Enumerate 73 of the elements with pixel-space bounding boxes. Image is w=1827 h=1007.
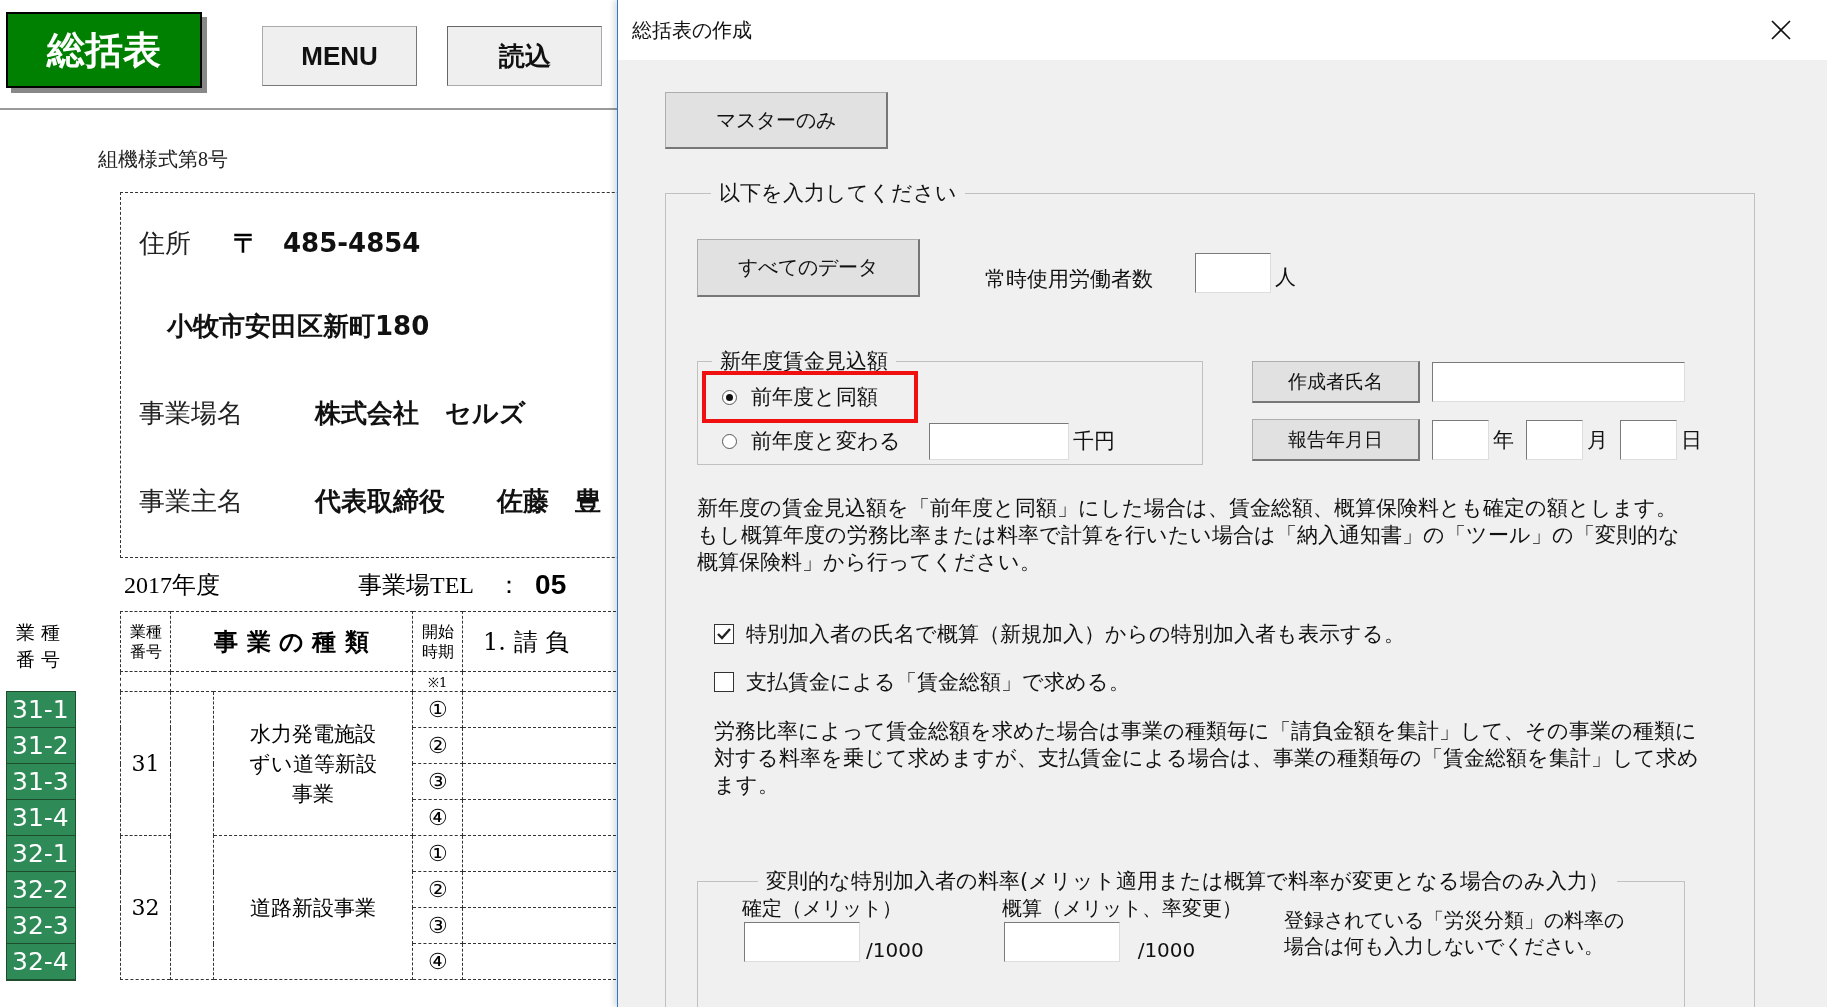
table-cell: ③ bbox=[412, 763, 463, 800]
tel-label: 事業場TEL ： bbox=[358, 570, 522, 600]
code-cell[interactable]: 31-3 bbox=[7, 764, 75, 800]
table-cell: 水力発電施設ずい道等新設事業 bbox=[213, 691, 413, 836]
author-name-button[interactable]: 作成者氏名 bbox=[1252, 361, 1420, 403]
unit-label: 日 bbox=[1681, 427, 1702, 454]
checkbox-option[interactable]: 支払賃金による「賃金総額」で求める。 bbox=[714, 666, 1754, 698]
code-cell[interactable]: 32-4 bbox=[7, 944, 75, 980]
master-only-button[interactable]: マスターのみ bbox=[665, 92, 888, 149]
table-cell: ① bbox=[412, 835, 463, 872]
checkbox-option[interactable]: 特別加入者の氏名で概算（新規加入）からの特別加入者も表示する。 bbox=[714, 618, 1754, 650]
unit-label: 年 bbox=[1493, 427, 1514, 454]
toolbar-button[interactable]: MENU bbox=[262, 26, 417, 86]
code-cell[interactable]: 31-1 bbox=[7, 692, 75, 728]
workers-input[interactable] bbox=[1195, 253, 1271, 293]
unit-label: 人 bbox=[1275, 264, 1296, 291]
amount-input[interactable] bbox=[929, 422, 1069, 460]
code-cell[interactable]: 31-4 bbox=[7, 800, 75, 836]
field-label: 概算（メリット、率変更） bbox=[1001, 895, 1242, 922]
column-header: 開始時期 bbox=[412, 611, 463, 672]
report-date-button[interactable]: 報告年月日 bbox=[1252, 419, 1420, 461]
postal-code: 485-4854 bbox=[283, 228, 421, 258]
table-cell: 道路新設事業 bbox=[213, 835, 413, 980]
table-cell: ④ bbox=[412, 799, 463, 836]
rate-input[interactable] bbox=[744, 922, 860, 962]
table-cell: ③ bbox=[412, 907, 463, 944]
field-label: 事業場名 bbox=[139, 396, 244, 430]
fiscal-year: 2017年度 bbox=[124, 570, 220, 600]
table-cell: ④ bbox=[412, 943, 463, 980]
code-cell[interactable]: 32-3 bbox=[7, 908, 75, 944]
field-value: 代表取締役 佐藤 豊 bbox=[315, 484, 601, 518]
group-legend: 変則的な特別加入者の料率(メリット適用または概算で料率が変更となる場合のみ入力） bbox=[758, 867, 1618, 895]
code-cell[interactable]: 32-2 bbox=[7, 872, 75, 908]
unit-label: 月 bbox=[1587, 427, 1608, 454]
author-name-input[interactable] bbox=[1432, 362, 1685, 402]
close-icon[interactable] bbox=[1771, 20, 1791, 40]
unit-label: /1000 bbox=[866, 938, 924, 962]
note-mark: ※1 bbox=[412, 671, 463, 692]
radio-option[interactable]: 前年度と変わる bbox=[702, 420, 913, 462]
date-input[interactable] bbox=[1526, 420, 1583, 460]
column-header: 業種番号 bbox=[16, 620, 66, 672]
help-text: 登録されている「労災分類」の料率の場合は何も入力しないでください。 bbox=[1283, 907, 1625, 959]
column-header: 事 業 の 種 類 bbox=[170, 611, 413, 672]
unit-label: 千円 bbox=[1073, 428, 1115, 455]
table-cell: 32 bbox=[120, 835, 171, 980]
all-data-button[interactable]: すべてのデータ bbox=[697, 239, 920, 297]
field-label: 住所 bbox=[139, 226, 192, 260]
form-number: 組機様式第8号 bbox=[98, 147, 229, 172]
table-cell: 31 bbox=[120, 691, 171, 836]
group-legend: 以下を入力してください bbox=[711, 179, 965, 207]
postal-mark: 〒 bbox=[233, 226, 260, 260]
date-input[interactable] bbox=[1432, 420, 1489, 460]
field-label: 確定（メリット） bbox=[742, 895, 903, 922]
code-cell[interactable]: 32-1 bbox=[7, 836, 75, 872]
field-label: 事業主名 bbox=[139, 484, 244, 518]
column-header: 業種番号 bbox=[120, 611, 171, 672]
help-text: 新年度の賃金見込額を「前年度と同額」にした場合は、賃金総額、概算保険料とも確定の額とします。もし概算年度の労務比率または料率で計算を行いたい場合は「納入通知書」の「ツール」の「変則的な概算保険料」から行ってください。 bbox=[697, 495, 1681, 576]
window-title: 総括表の作成 bbox=[632, 16, 752, 44]
unit-label: /1000 bbox=[1137, 938, 1196, 962]
radio-option[interactable]: 前年度と同額 bbox=[702, 371, 918, 423]
date-input[interactable] bbox=[1620, 420, 1677, 460]
table-cell: ② bbox=[412, 727, 463, 764]
address-text: 小牧市安田区新町180 bbox=[167, 309, 430, 343]
help-text: 労務比率によって賃金総額を求めた場合は事業の種類毎に「請負金額を集計」して、その事業の種類に対する料率を乗じて求めますが、支払賃金による場合は、事業の種類毎の「賃金総額を集計」して求めます。 bbox=[714, 718, 1700, 799]
table-cell: ② bbox=[412, 871, 463, 908]
check-icon bbox=[717, 628, 731, 640]
toolbar-button[interactable]: 読込 bbox=[447, 26, 602, 86]
rate-input[interactable] bbox=[1003, 922, 1120, 962]
tel-value: 05 bbox=[535, 568, 567, 601]
code-cell[interactable]: 31-2 bbox=[7, 728, 75, 764]
field-label: 常時使用労働者数 bbox=[985, 266, 1153, 293]
table-cell: ① bbox=[412, 691, 463, 728]
field-value: 株式会社 セルズ bbox=[315, 396, 526, 430]
